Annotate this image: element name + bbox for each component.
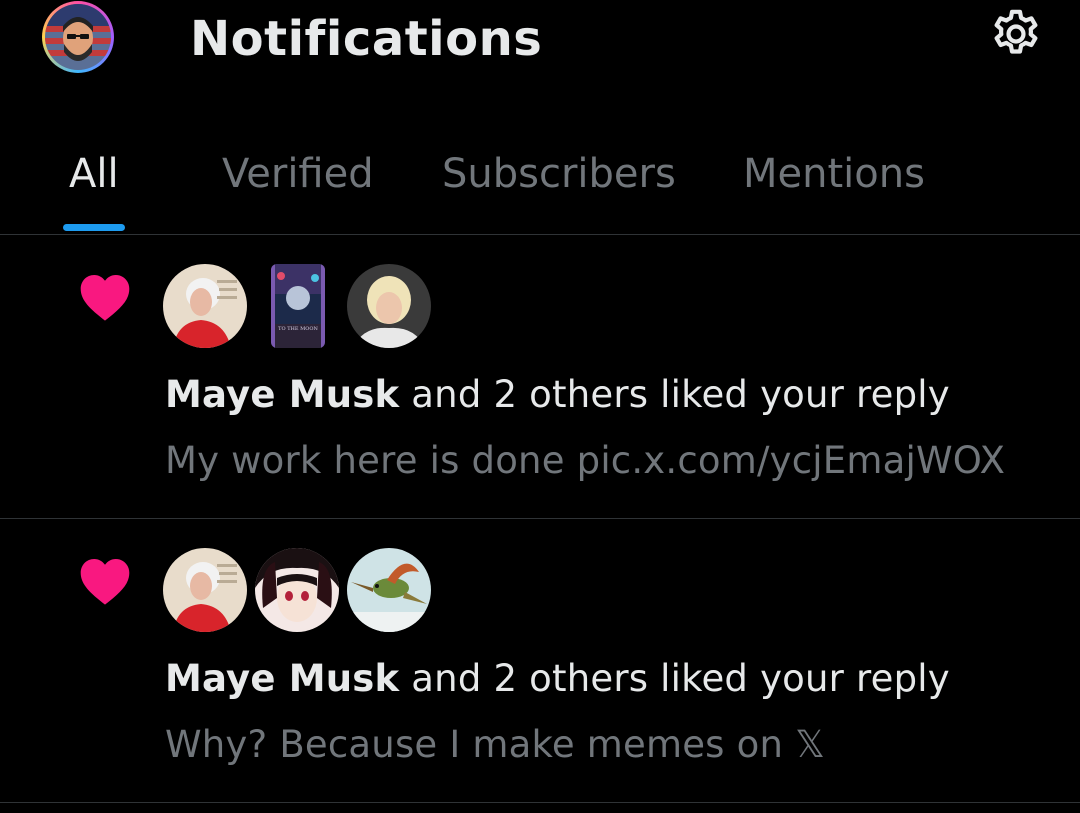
notification-actor[interactable]: Maye Musk: [165, 373, 399, 416]
header: Notifications: [0, 0, 1080, 100]
notifications-screen: Notifications All Verified Subscribers M…: [0, 0, 1080, 813]
tab-subscribers[interactable]: Subscribers: [442, 150, 676, 198]
book-cover-image: TO THE MOON: [271, 264, 325, 348]
liker-avatar[interactable]: [255, 548, 339, 632]
heart-icon: [80, 274, 130, 321]
active-tab-indicator: [63, 224, 125, 231]
tab-all[interactable]: All: [69, 150, 119, 198]
liker-avatar[interactable]: [163, 264, 247, 348]
liker-avatar-image: [163, 264, 247, 348]
notification-item[interactable]: TO THE MOON Maye Musk and 2 others liked…: [0, 234, 1080, 519]
gear-icon: [994, 9, 1038, 54]
tab-verified[interactable]: Verified: [222, 150, 374, 198]
tab-bar: All Verified Subscribers Mentions: [0, 130, 1080, 235]
liker-avatar-image: [163, 548, 247, 632]
heart-icon: [80, 558, 130, 605]
notification-snippet: My work here is done pic.x.com/ycjEmajWO…: [165, 439, 1006, 482]
user-avatar-icon[interactable]: [42, 1, 114, 73]
liker-avatar-image: [347, 264, 431, 348]
liker-avatar-image: [347, 548, 431, 632]
avatar-image: [45, 4, 111, 70]
notification-actor[interactable]: Maye Musk: [165, 657, 399, 700]
svg-text:TO THE MOON: TO THE MOON: [278, 326, 318, 332]
page-title: Notifications: [190, 11, 543, 67]
liker-avatar[interactable]: [347, 548, 431, 632]
tab-mentions[interactable]: Mentions: [743, 150, 925, 198]
notification-action: and 2 others liked your reply: [399, 373, 950, 416]
notification-action: and 2 others liked your reply: [399, 657, 950, 700]
liker-avatar[interactable]: TO THE MOON: [271, 264, 325, 348]
notification-snippet: Why? Because I make memes on 𝕏: [165, 723, 826, 766]
liker-avatar-image: [255, 548, 339, 632]
notification-item[interactable]: Maye Musk and 2 others liked your reply …: [0, 518, 1080, 803]
settings-button[interactable]: [986, 4, 1046, 64]
notification-text: Maye Musk and 2 others liked your reply: [165, 656, 950, 702]
liker-avatar[interactable]: [347, 264, 431, 348]
notification-text: Maye Musk and 2 others liked your reply: [165, 372, 950, 418]
liker-avatar[interactable]: [163, 548, 247, 632]
